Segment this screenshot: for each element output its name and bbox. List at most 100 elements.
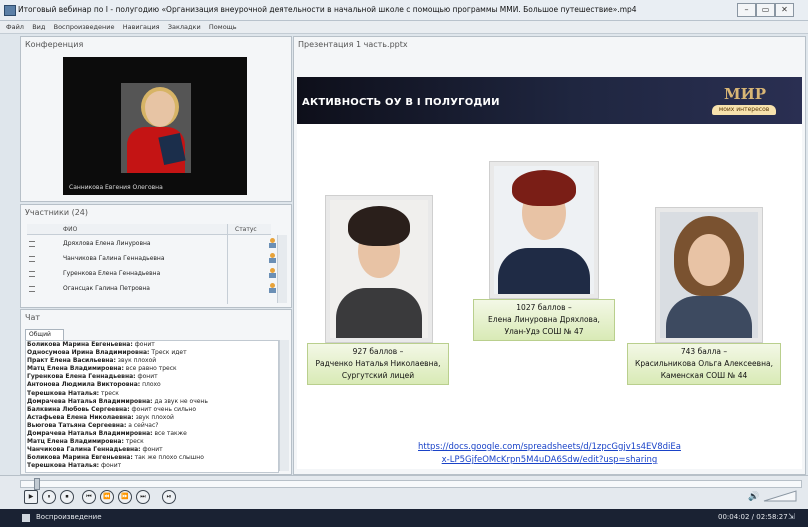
logo-sub-text: моих интересов — [712, 105, 776, 115]
menu-view[interactable]: Вид — [32, 21, 45, 33]
forward-button[interactable]: ⏩ — [118, 490, 132, 504]
school: Каменская СОШ № 44 — [660, 371, 748, 380]
frame-step-button[interactable]: ⏯ — [162, 490, 176, 504]
previous-button[interactable]: ⏮ — [82, 490, 96, 504]
photo-person-3 — [655, 207, 763, 343]
link-line-1: https://docs.google.com/spreadsheets/d/1… — [418, 442, 681, 452]
label-person-1: 927 баллов – Радченко Наталья Николаевна… — [307, 343, 449, 385]
rewind-button[interactable]: ⏪ — [100, 490, 114, 504]
logo-main-text: МИР — [724, 85, 767, 103]
user-status-icon — [269, 253, 276, 263]
seek-handle[interactable] — [34, 478, 40, 490]
spreadsheet-link[interactable]: https://docs.google.com/spreadsheets/d/1… — [297, 441, 802, 467]
participant-row[interactable]: Гуренкова Елена Геннадьевна — [27, 266, 276, 281]
chat-scrollbar[interactable] — [279, 340, 289, 471]
menu-help[interactable]: Помощь — [209, 21, 237, 33]
score: 927 баллов – — [352, 347, 404, 356]
title-bar: Итоговый вебинар по I - полугодию «Орган… — [0, 0, 808, 21]
presentation-title: Презентация 1 часть.pptx — [298, 40, 408, 49]
chat-message: Домрачева Наталья Владимировна: все такж… — [27, 430, 187, 438]
menu-bar: Файл Вид Воспроизведение Навигация Закла… — [0, 21, 808, 34]
participants-panel: Участники (24) ФИО Статус Дряхлова Елена… — [20, 204, 292, 308]
chat-message: Практ Елена Васильевна: звук плохой — [27, 357, 157, 365]
slide-heading: АКТИВНОСТЬ ОУ В I ПОЛУГОДИИ — [302, 97, 500, 108]
participant-row[interactable]: Огансцак Галина Петровна — [27, 281, 276, 296]
volume-icon[interactable]: 🔊 — [748, 492, 759, 502]
chat-message: Матц Елена Владимировна: все равно треск — [27, 365, 177, 373]
slide: АКТИВНОСТЬ ОУ В I ПОЛУГОДИИ МИР моих инт… — [297, 77, 802, 469]
photo-person-2 — [489, 161, 599, 299]
slide-banner: АКТИВНОСТЬ ОУ В I ПОЛУГОДИИ МИР моих инт… — [297, 77, 802, 124]
user-status-icon — [269, 238, 276, 248]
chat-panel: Чат Общий Боликова Марина Евгеньевна: фо… — [20, 309, 292, 475]
hair — [348, 206, 410, 246]
chat-message: Матц Елена Владимировна: треск — [27, 438, 144, 446]
playback-mode: Воспроизведение — [36, 513, 102, 521]
user-status-icon — [269, 283, 276, 293]
participant-row[interactable]: Дряхлова Елена Линуровна — [27, 236, 276, 251]
player-window: Итоговый вебинар по I - полугодию «Орган… — [0, 0, 808, 527]
chat-message: Терешкова Наталья: фонит — [27, 462, 122, 470]
app-icon — [4, 5, 16, 16]
volume-slider[interactable] — [762, 490, 798, 502]
chat-message: Балквина Любовь Сергеевна: фонит очень с… — [27, 405, 196, 413]
hair — [512, 170, 576, 206]
chat-message: Гуренкова Елена Геннадьевна: фонит — [27, 373, 158, 381]
face — [688, 234, 730, 286]
presenter-head — [141, 87, 179, 127]
menu-file[interactable]: Файл — [6, 21, 24, 33]
list-icon — [29, 256, 35, 262]
list-icon — [29, 271, 35, 277]
next-button[interactable]: ⏭ — [136, 490, 150, 504]
person-name: Елена Линуровна Дряхлова, — [488, 315, 600, 324]
presenter-image — [121, 83, 191, 173]
chat-title: Чат — [25, 313, 41, 322]
status-icon — [22, 514, 30, 522]
school: Улан-Удэ СОШ № 47 — [504, 327, 584, 336]
chat-message: Астафьева Елена Николаевна: звук плохой — [27, 413, 174, 421]
window-title: Итоговый вебинар по I - полугодию «Орган… — [18, 5, 637, 14]
photo-person-1 — [325, 195, 433, 343]
pause-button[interactable]: ⏸ — [42, 490, 56, 504]
school: Сургутский лицей — [341, 371, 415, 380]
maximize-button[interactable]: ▭ — [756, 3, 775, 17]
link-line-2: x-LP5GjfeOMcKrpn5M4uDA6Sdw/edit?usp=shar… — [441, 455, 658, 465]
chat-message: Чанчикова Галина Геннадьевна: фонит — [27, 446, 163, 454]
chat-message: Домрачева Наталья Владимировна: да звук … — [27, 397, 208, 405]
participant-row[interactable]: Чанчикова Галина Геннадьевна — [27, 251, 276, 266]
clothing — [666, 296, 752, 338]
participants-header: ФИО Статус — [27, 224, 271, 235]
user-status-icon — [269, 268, 276, 278]
participants-scrollbar[interactable] — [277, 235, 287, 303]
label-person-2: 1027 баллов – Елена Линуровна Дряхлова, … — [473, 299, 615, 341]
minimize-button[interactable]: – — [737, 3, 756, 17]
conference-panel: Конференция Санникова Евгения Олеговна — [20, 36, 292, 202]
fullscreen-icon[interactable]: ⇲ — [788, 512, 795, 521]
play-button[interactable]: ▶ — [24, 490, 38, 504]
score: 1027 баллов – — [516, 303, 572, 312]
player-controls: ▶ ⏸ ⏹ ⏮ ⏪ ⏩ ⏭ ⏯ 🔊 — [0, 475, 808, 509]
clothing — [336, 288, 422, 338]
stop-button[interactable]: ⏹ — [60, 490, 74, 504]
chat-log: Боликова Марина Евгеньевна: фонит Односу… — [25, 340, 279, 473]
close-button[interactable]: ✕ — [775, 3, 794, 17]
chat-message: Боликова Марина Евгеньевна: фонит — [27, 341, 155, 348]
label-person-3: 743 балла – Красильникова Ольга Алексеев… — [627, 343, 781, 385]
column-status[interactable]: Статус — [235, 226, 257, 233]
column-name[interactable]: ФИО — [63, 226, 77, 233]
menu-navigation[interactable]: Навигация — [123, 21, 160, 33]
chat-message: Вьюгова Татьяна Сергеевна: а сейчас? — [27, 421, 159, 429]
webcam-video: Санникова Евгения Олеговна — [63, 57, 247, 195]
chat-message: Односумова Ирина Владимировна: Треск иде… — [27, 349, 187, 357]
person-name: Радченко Наталья Николаевна, — [315, 359, 441, 368]
menu-bookmarks[interactable]: Закладки — [168, 21, 201, 33]
tab-general[interactable]: Общий — [25, 329, 64, 340]
menu-playback[interactable]: Воспроизведение — [54, 21, 115, 33]
participant-name: Дряхлова Елена Линуровна — [63, 240, 151, 247]
presentation-panel: Презентация 1 часть.pptx АКТИВНОСТЬ ОУ В… — [293, 36, 806, 475]
list-icon — [29, 286, 35, 292]
score: 743 балла – — [680, 347, 728, 356]
chat-message: Антонова Людмила Викторовна: плохо — [27, 381, 161, 389]
participants-title: Участники (24) — [25, 208, 88, 217]
seek-bar[interactable] — [20, 478, 802, 490]
